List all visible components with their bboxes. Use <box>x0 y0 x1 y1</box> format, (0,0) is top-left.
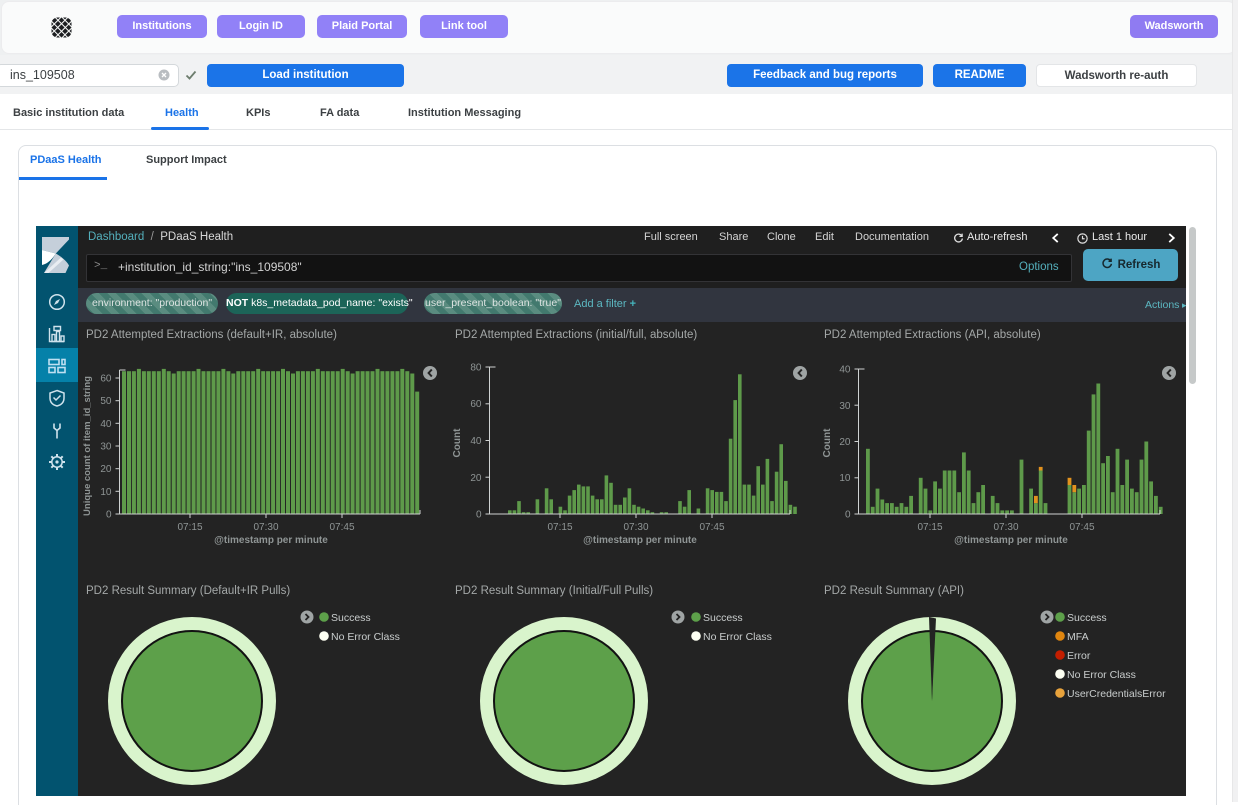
svg-text:60: 60 <box>470 399 482 410</box>
svg-text:20: 20 <box>470 473 482 484</box>
svg-text:PD2 Attempted Extractions (ini: PD2 Attempted Extractions (initial/full,… <box>455 329 697 341</box>
svg-text:@timestamp per minute: @timestamp per minute <box>954 535 1068 546</box>
svg-text:Count: Count <box>452 428 463 458</box>
svg-text:07:45: 07:45 <box>1069 522 1094 533</box>
svg-text:40: 40 <box>839 365 851 376</box>
svg-text:50: 50 <box>100 396 112 407</box>
svg-text:0: 0 <box>476 510 482 521</box>
svg-text:07:45: 07:45 <box>329 522 354 533</box>
svg-text:MFA: MFA <box>1067 631 1089 643</box>
svg-text:07:15: 07:15 <box>917 522 942 533</box>
svg-text:PD2 Result Summary (Default+IR: PD2 Result Summary (Default+IR Pulls) <box>86 585 290 597</box>
svg-text:80: 80 <box>470 363 482 374</box>
svg-text:0: 0 <box>106 510 112 521</box>
svg-text:Success: Success <box>1067 612 1107 624</box>
svg-text:No Error Class: No Error Class <box>331 631 400 643</box>
svg-text:No Error Class: No Error Class <box>1067 669 1136 681</box>
svg-text:20: 20 <box>839 437 851 448</box>
svg-text:30: 30 <box>100 442 112 453</box>
svg-text:Error: Error <box>1067 650 1091 662</box>
svg-text:07:30: 07:30 <box>623 522 648 533</box>
svg-text:10: 10 <box>100 487 112 498</box>
svg-text:PD2 Result Summary (API): PD2 Result Summary (API) <box>824 585 964 597</box>
svg-text:07:15: 07:15 <box>547 522 572 533</box>
svg-text:@timestamp per minute: @timestamp per minute <box>583 535 697 546</box>
svg-text:UserCredentialsError: UserCredentialsError <box>1067 688 1166 700</box>
svg-text:Success: Success <box>331 612 371 624</box>
svg-text:07:15: 07:15 <box>177 522 202 533</box>
svg-text:20: 20 <box>100 464 112 475</box>
svg-text:30: 30 <box>839 401 851 412</box>
svg-text:07:30: 07:30 <box>993 522 1018 533</box>
svg-text:07:30: 07:30 <box>253 522 278 533</box>
svg-text:07:45: 07:45 <box>699 522 724 533</box>
svg-text:40: 40 <box>470 436 482 447</box>
svg-text:Unique count of item_id_string: Unique count of item_id_string <box>82 376 93 516</box>
svg-text:@timestamp per minute: @timestamp per minute <box>214 535 328 546</box>
svg-text:No Error Class: No Error Class <box>703 631 772 643</box>
svg-text:Count: Count <box>822 428 833 458</box>
svg-text:PD2 Attempted Extractions (def: PD2 Attempted Extractions (default+IR, a… <box>86 329 337 341</box>
svg-text:PD2 Attempted Extractions (API: PD2 Attempted Extractions (API, absolute… <box>824 329 1041 341</box>
svg-text:Success: Success <box>703 612 743 624</box>
svg-text:60: 60 <box>100 374 112 385</box>
svg-text:0: 0 <box>845 510 851 521</box>
svg-text:PD2 Result Summary (Initial/Fu: PD2 Result Summary (Initial/Full Pulls) <box>455 585 653 597</box>
svg-text:40: 40 <box>100 419 112 430</box>
svg-text:10: 10 <box>839 473 851 484</box>
